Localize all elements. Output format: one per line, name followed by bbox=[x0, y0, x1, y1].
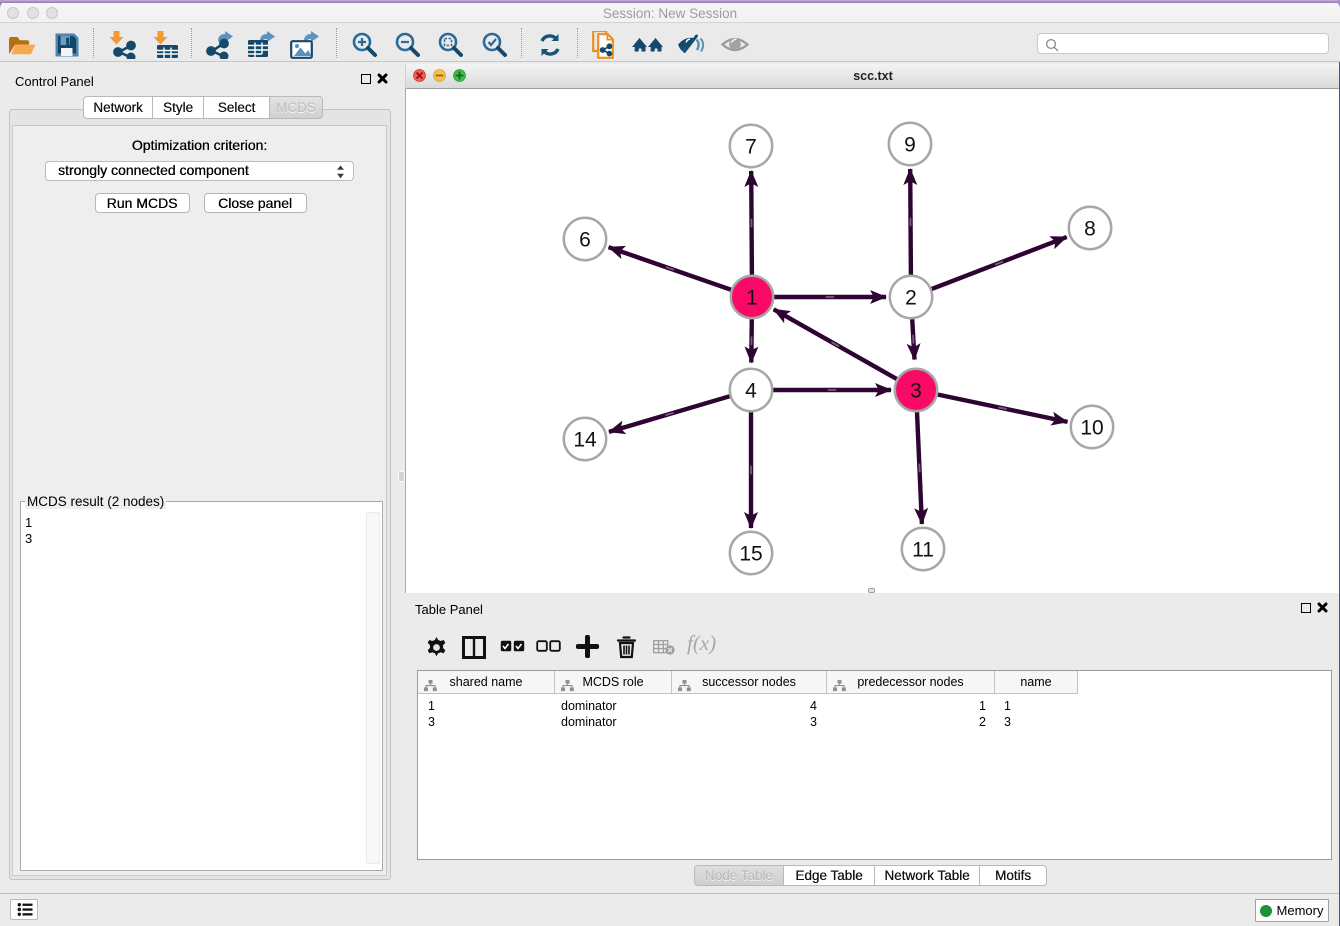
svg-text:3: 3 bbox=[910, 380, 922, 403]
svg-text:2: 2 bbox=[905, 287, 917, 310]
svg-text:6: 6 bbox=[579, 229, 591, 252]
svg-text:10: 10 bbox=[1080, 417, 1103, 440]
svg-text:1: 1 bbox=[746, 287, 758, 310]
svg-text:8: 8 bbox=[1084, 218, 1096, 241]
svg-text:9: 9 bbox=[904, 134, 916, 157]
svg-text:7: 7 bbox=[745, 136, 757, 159]
svg-text:15: 15 bbox=[739, 543, 762, 566]
svg-text:4: 4 bbox=[745, 380, 757, 403]
svg-text:14: 14 bbox=[573, 429, 597, 452]
svg-text:11: 11 bbox=[912, 539, 934, 562]
